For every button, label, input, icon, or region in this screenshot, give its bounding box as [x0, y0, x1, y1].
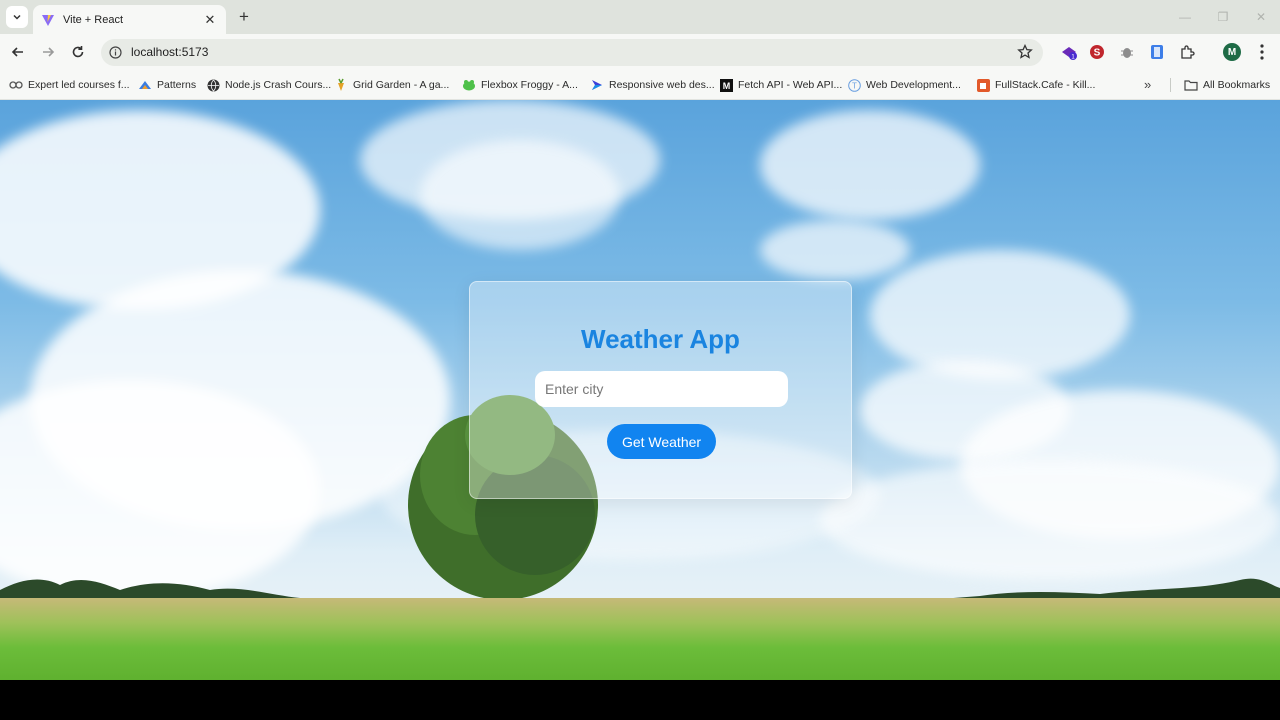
all-bookmarks-label: All Bookmarks — [1203, 79, 1271, 91]
bookmark-item[interactable]: Expert led courses f... — [9, 77, 130, 93]
profile-avatar[interactable]: M — [1223, 43, 1241, 61]
bookmark-label: FullStack.Cafe - Kill... — [995, 79, 1096, 91]
bookmarks-overflow-icon[interactable]: » — [1144, 77, 1151, 92]
city-input[interactable] — [535, 371, 788, 407]
bottom-black-bar — [0, 680, 1280, 720]
app-title: Weather App — [581, 324, 740, 354]
weather-card: Weather App Get Weather — [469, 281, 852, 499]
all-bookmarks-button[interactable]: All Bookmarks — [1184, 77, 1270, 93]
extensions-puzzle-icon[interactable] — [1178, 43, 1196, 61]
address-bar[interactable]: localhost:5173 — [101, 39, 1043, 66]
maximize-button[interactable]: ❐ — [1204, 0, 1242, 34]
mdn-icon: M — [719, 78, 733, 92]
arrow-logo-icon — [590, 78, 604, 92]
tab-title: Vite + React — [63, 13, 124, 26]
address-url: localhost:5173 — [131, 45, 209, 59]
site-info-icon[interactable] — [109, 46, 122, 59]
close-window-button[interactable]: ✕ — [1242, 0, 1280, 34]
extension-hat-icon[interactable]: 1 — [1060, 43, 1078, 61]
back-button[interactable] — [8, 42, 28, 62]
bookmark-label: Web Development... — [866, 79, 961, 91]
folder-icon — [1184, 78, 1198, 92]
extension-bug-icon[interactable] — [1118, 43, 1136, 61]
browser-toolbar: localhost:5173 1 S M — [0, 34, 1280, 70]
bookmark-label: Node.js Crash Cours... — [225, 79, 332, 91]
grass-field — [0, 598, 1280, 680]
reload-icon — [72, 46, 84, 58]
bookmark-item[interactable]: Flexbox Froggy - A... — [462, 77, 578, 93]
vite-logo-icon — [42, 14, 54, 26]
carrot-icon — [334, 78, 348, 92]
tab-strip: Vite + React ✕ + — ❐ ✕ — [0, 0, 1280, 34]
bookmark-label: Flexbox Froggy - A... — [481, 79, 578, 91]
bookmark-item[interactable]: M Fetch API - Web API... — [719, 77, 842, 93]
bookmark-label: Patterns — [157, 79, 197, 91]
bookmark-label: Grid Garden - A ga... — [353, 79, 450, 91]
bookmark-item[interactable]: FullStack.Cafe - Kill... — [976, 77, 1095, 93]
arrow-left-icon — [11, 47, 23, 57]
svg-text:S: S — [1094, 48, 1101, 59]
info-circle-icon: T — [847, 78, 861, 92]
bookmark-star-icon[interactable] — [1017, 44, 1033, 60]
bookmark-label: Fetch API - Web API... — [738, 79, 843, 91]
bookmark-item[interactable]: T Web Development... — [847, 77, 961, 93]
globe-icon — [206, 78, 220, 92]
active-tab[interactable]: Vite + React ✕ — [33, 5, 226, 34]
page-viewport: Weather App Get Weather — [0, 100, 1280, 680]
tab-close-icon[interactable]: ✕ — [202, 12, 218, 28]
chevron-down-icon — [13, 14, 21, 20]
arrow-right-icon — [43, 47, 55, 57]
browser-menu-icon[interactable] — [1255, 43, 1269, 61]
bookmark-label: Responsive web des... — [609, 79, 715, 91]
frog-icon — [462, 78, 476, 92]
bookmark-item[interactable]: Patterns — [138, 77, 196, 93]
patterns-icon — [138, 78, 152, 92]
bookmark-item[interactable]: Node.js Crash Cours... — [206, 77, 331, 93]
new-tab-button[interactable]: + — [235, 7, 253, 27]
window-controls: — ❐ ✕ — [1166, 0, 1280, 34]
minimize-button[interactable]: — — [1166, 0, 1204, 34]
bookmarks-divider — [1170, 78, 1171, 92]
bookmark-item[interactable]: Grid Garden - A ga... — [334, 77, 449, 93]
extension-clipboard-icon[interactable] — [1148, 43, 1166, 61]
cafe-icon — [976, 78, 990, 92]
svg-text:T: T — [852, 81, 857, 90]
reload-button[interactable] — [68, 42, 88, 62]
tab-search-button[interactable] — [6, 6, 28, 28]
bookmark-item[interactable]: Responsive web des... — [590, 77, 715, 93]
extension-s-icon[interactable]: S — [1088, 43, 1106, 61]
bookmarks-bar: Expert led courses f... Patterns Node.js… — [0, 70, 1280, 100]
bookmark-label: Expert led courses f... — [28, 79, 130, 91]
forward-button[interactable] — [38, 42, 58, 62]
glasses-icon — [9, 78, 23, 92]
svg-text:M: M — [722, 81, 730, 91]
get-weather-button[interactable]: Get Weather — [607, 424, 716, 459]
